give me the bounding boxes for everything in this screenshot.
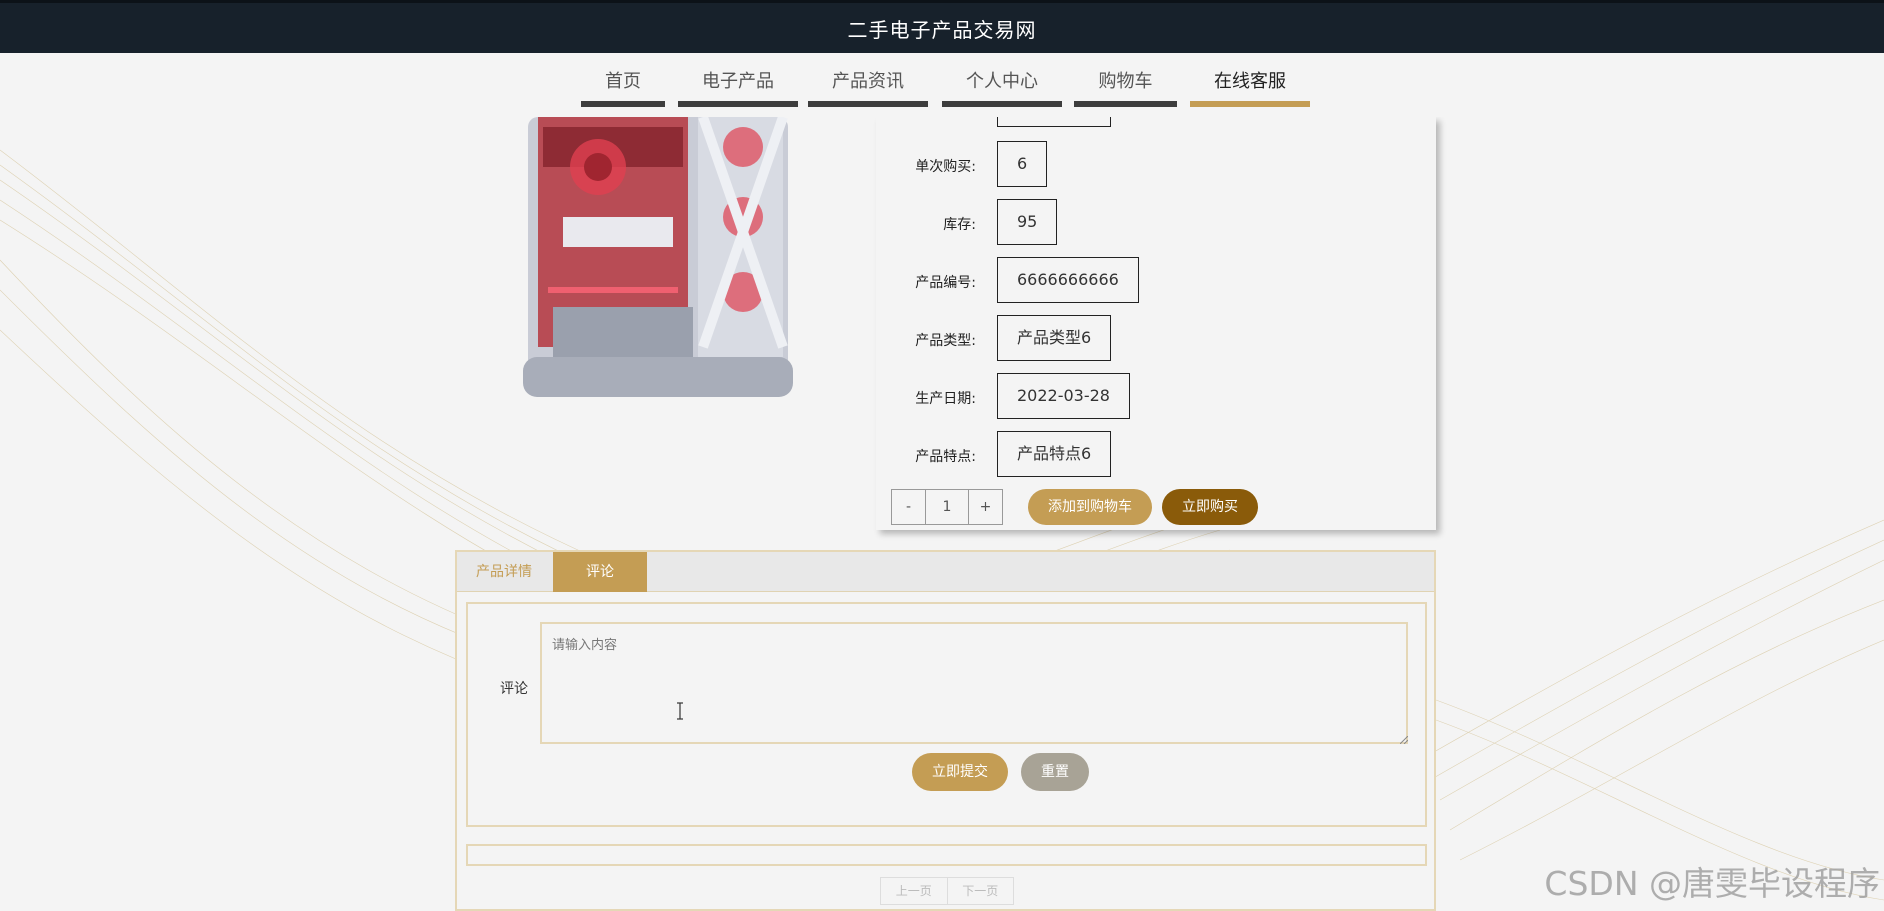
- field-value: 产品特点6: [997, 431, 1112, 477]
- field-label: 产品编号:: [915, 275, 976, 291]
- detail-tabs-panel: 产品详情 评论 评论 立即提交 重置 上一页 下一页: [455, 550, 1436, 911]
- comment-input[interactable]: [540, 622, 1408, 744]
- quantity-value[interactable]: 1: [925, 490, 969, 524]
- field-value: 95: [997, 199, 1058, 245]
- product-image: [503, 117, 855, 412]
- comment-form: 评论 立即提交 重置: [466, 602, 1427, 827]
- text-cursor-icon: [677, 702, 683, 720]
- prev-page-button[interactable]: 上一页: [881, 878, 947, 904]
- pagination: 上一页 下一页: [880, 877, 1014, 905]
- comment-label: 评论: [500, 681, 528, 697]
- add-to-cart-button[interactable]: 添加到购物车: [1028, 489, 1152, 525]
- field-product-type: 产品类型: 产品类型6: [876, 315, 1436, 361]
- nav-home[interactable]: 首页: [581, 67, 665, 107]
- site-title: 二手电子产品交易网: [847, 17, 1037, 42]
- quantity-stepper: - 1 +: [891, 489, 1003, 525]
- field-production-date: 生产日期: 2022-03-28: [876, 373, 1436, 419]
- top-header: 二手电子产品交易网: [0, 0, 1884, 53]
- buy-now-button[interactable]: 立即购买: [1162, 489, 1258, 525]
- tabs-bar: 产品详情 评论: [457, 552, 1434, 592]
- submit-comment-button[interactable]: 立即提交: [912, 753, 1008, 791]
- resize-grip-icon[interactable]: [1400, 736, 1408, 744]
- field-label: 生产日期:: [915, 391, 976, 407]
- nav-cart[interactable]: 购物车: [1074, 67, 1177, 107]
- main-nav: 首页 电子产品 产品资讯 个人中心 购物车 在线客服: [0, 53, 1884, 117]
- nav-news[interactable]: 产品资讯: [808, 67, 928, 107]
- nav-electronics[interactable]: 电子产品: [678, 67, 798, 107]
- nav-customer-service[interactable]: 在线客服: [1190, 67, 1310, 107]
- comment-list: [466, 844, 1427, 866]
- field-product-number: 产品编号: 6666666666: [876, 257, 1436, 303]
- field-value: 6: [997, 141, 1048, 187]
- field-value: 6666666666: [997, 257, 1139, 303]
- reset-comment-button[interactable]: 重置: [1021, 753, 1089, 791]
- tab-product-detail[interactable]: 产品详情: [457, 552, 551, 592]
- quantity-minus-button[interactable]: -: [892, 490, 925, 524]
- field-stock: 库存: 95: [876, 199, 1436, 245]
- field-label: 产品特点:: [915, 449, 976, 465]
- nav-personal-center[interactable]: 个人中心: [942, 67, 1062, 107]
- csdn-watermark: CSDN @唐雯毕设程序: [1544, 864, 1880, 903]
- field-label: 产品类型:: [915, 333, 976, 349]
- quantity-plus-button[interactable]: +: [969, 490, 1002, 524]
- field-single-purchase: 单次购买: 6: [876, 141, 1436, 187]
- field-label: 单次购买:: [915, 159, 976, 175]
- field-product-feature: 产品特点: 产品特点6: [876, 431, 1436, 477]
- next-page-button[interactable]: 下一页: [946, 878, 1014, 904]
- product-info-panel: 单次购买: 6 库存: 95 产品编号: 6666666666 产品类型: 产品…: [876, 115, 1436, 530]
- field-value: 产品类型6: [997, 315, 1112, 361]
- tab-comment[interactable]: 评论: [553, 552, 647, 592]
- field-value: 2022-03-28: [997, 373, 1130, 419]
- field-label: 库存:: [943, 217, 976, 233]
